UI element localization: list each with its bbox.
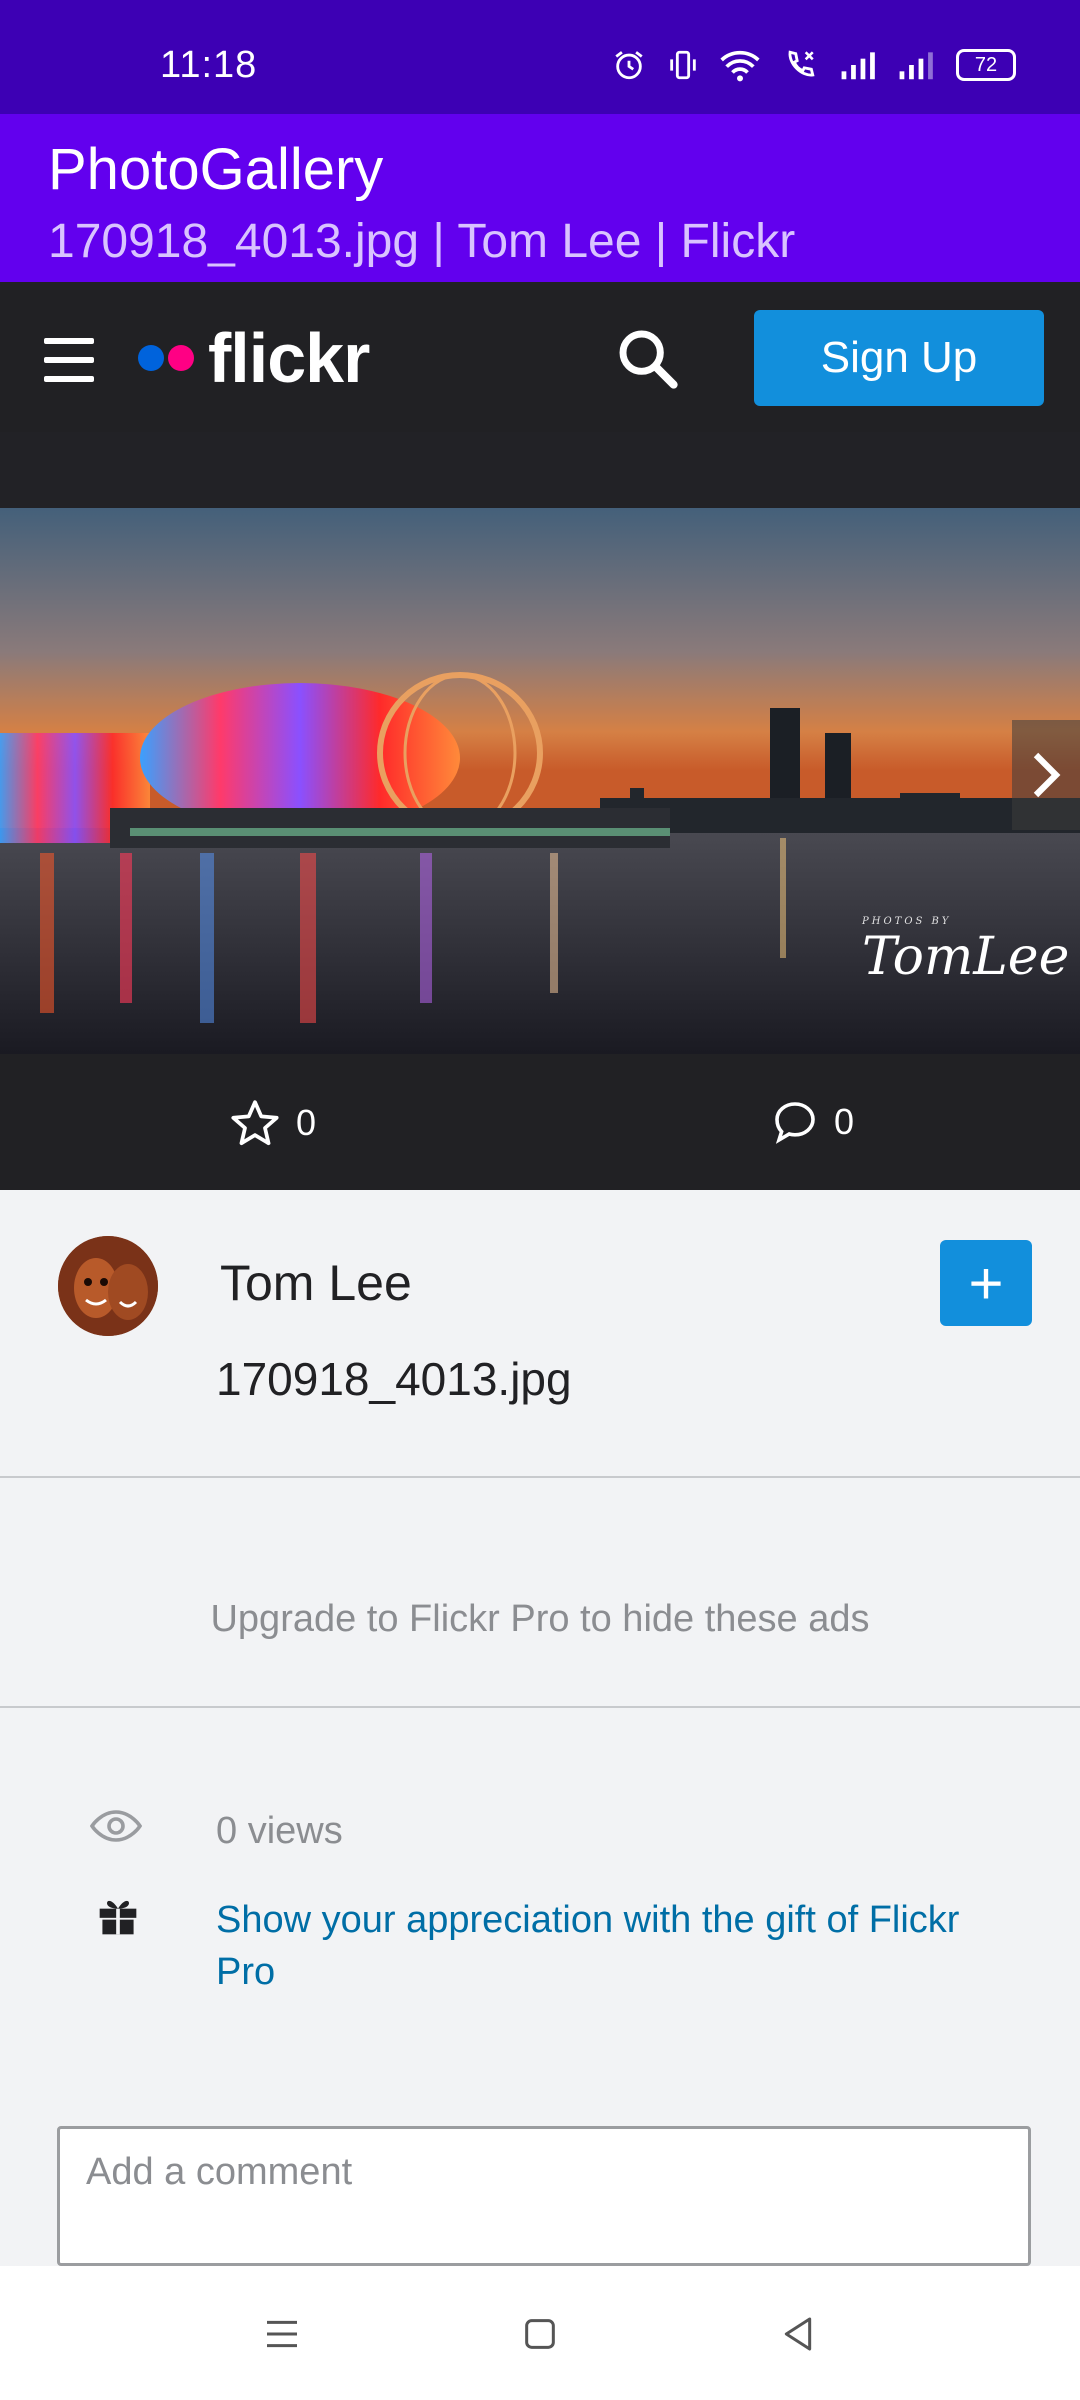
photo-stats-bar: 0 0 (0, 1054, 1080, 1190)
owner-section: Tom Lee 170918_4013.jpg + (0, 1190, 1080, 1476)
views-count: 0 views (216, 1810, 343, 1852)
call-icon (788, 50, 815, 77)
flickr-header: flickr Sign Up (0, 282, 1080, 432)
signal-icon (899, 52, 933, 80)
page-subtitle: 170918_4013.jpg | Tom Lee | Flickr (48, 215, 796, 268)
status-bar: 11:18 72 (0, 0, 1080, 114)
home-icon[interactable] (520, 2314, 560, 2354)
app-bar: PhotoGallery 170918_4013.jpg | Tom Lee |… (0, 114, 1080, 282)
blue-dot-icon (138, 345, 164, 371)
recent-apps-icon[interactable] (262, 2314, 302, 2354)
owner-name[interactable]: Tom Lee (220, 1254, 412, 1312)
favorite-count: 0 (296, 1102, 317, 1143)
comment-icon (775, 1102, 815, 1144)
gift-icon (99, 1900, 137, 1935)
app-title: PhotoGallery (48, 137, 384, 202)
eye-icon (90, 1810, 142, 1842)
hamburger-menu-icon[interactable] (44, 338, 94, 382)
alarm-icon (615, 51, 643, 80)
chevron-right-icon (1033, 752, 1061, 798)
upgrade-pro-link[interactable]: Upgrade to Flickr Pro to hide these ads (0, 1598, 1080, 1641)
photo-watermark: PHOTOS BY TomLee (862, 916, 1070, 987)
back-icon[interactable] (778, 2314, 818, 2354)
battery-indicator: 72 (956, 49, 1016, 81)
system-nav-bar (0, 2266, 1080, 2400)
follow-button[interactable]: + (940, 1240, 1032, 1326)
status-icons: 72 (612, 48, 1016, 82)
next-photo-button[interactable] (1012, 720, 1080, 830)
favorite-button[interactable]: 0 (228, 1098, 316, 1148)
vibrate-icon (670, 50, 696, 80)
owner-avatar[interactable] (58, 1236, 158, 1336)
flickr-logo[interactable]: flickr (138, 318, 370, 398)
flickr-wordmark: flickr (208, 319, 370, 397)
gift-pro-link[interactable]: Show your appreciation with the gift of … (216, 1894, 1016, 1998)
status-time: 11:18 (160, 44, 258, 86)
comment-count: 0 (834, 1101, 855, 1142)
comments-button[interactable]: 0 (770, 1098, 854, 1146)
sign-up-button[interactable]: Sign Up (754, 310, 1044, 406)
views-row (90, 1808, 142, 1844)
signal-icon (841, 52, 875, 80)
main-photo[interactable]: PHOTOS BY TomLee (0, 508, 1080, 1054)
star-icon (231, 1100, 279, 1146)
pink-dot-icon (168, 345, 194, 371)
photo-title: 170918_4013.jpg (216, 1353, 572, 1405)
divider (0, 1706, 1080, 1708)
wifi-icon (720, 50, 760, 82)
photo-top-band (0, 432, 1080, 508)
divider (0, 1476, 1080, 1478)
search-icon[interactable] (615, 326, 679, 390)
comment-input[interactable]: Add a comment (57, 2126, 1031, 2266)
